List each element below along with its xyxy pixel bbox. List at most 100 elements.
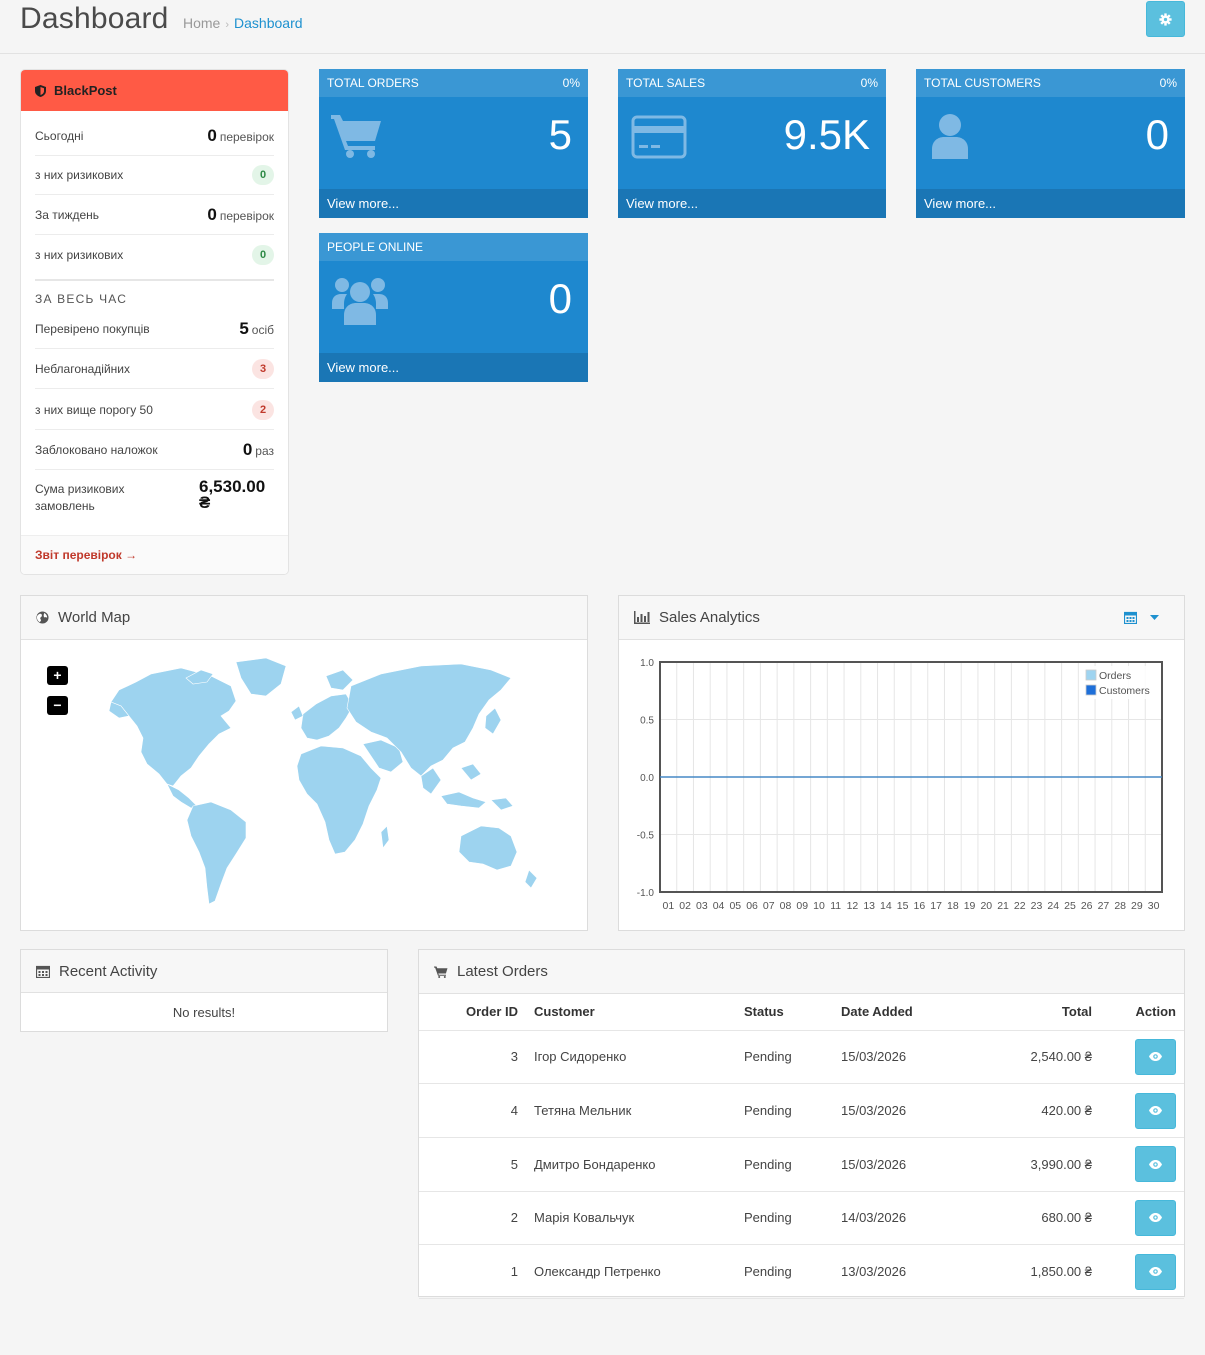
x-tick-label: 04 (713, 900, 725, 912)
tile-header: TOTAL ORDERS 0% (319, 69, 588, 97)
orders-table: Order ID Customer Status Date Added Tota… (419, 994, 1184, 1299)
x-tick-label: 03 (696, 900, 708, 912)
col-order-id[interactable]: Order ID (419, 994, 522, 1031)
order-total: 680.00 ₴ (971, 1191, 1092, 1246)
bp-row-label: Сьогодні (35, 128, 84, 143)
order-total: 2,540.00 ₴ (971, 1030, 1092, 1085)
x-tick-label: 23 (1031, 900, 1043, 912)
col-date-added[interactable]: Date Added (841, 994, 971, 1031)
x-tick-label: 29 (1131, 900, 1143, 912)
order-customer: Марія Ковальчук (522, 1191, 744, 1246)
x-tick-label: 10 (813, 900, 825, 912)
col-status[interactable]: Status (744, 994, 841, 1031)
view-order-button[interactable] (1135, 1038, 1176, 1075)
panel-header: Recent Activity (21, 950, 387, 993)
x-tick-label: 07 (763, 900, 775, 912)
breadcrumb: Home › Dashboard (183, 15, 303, 31)
bp-badge: 0 (252, 245, 274, 265)
legend-swatch (1085, 684, 1097, 696)
x-tick-label: 01 (663, 900, 675, 912)
x-tick-label: 12 (847, 900, 859, 912)
page-title: Dashboard (20, 2, 169, 35)
x-tick-label: 14 (880, 900, 892, 912)
tile-view-more[interactable]: View more... (916, 189, 1185, 218)
x-tick-label: 22 (1014, 900, 1026, 912)
bp-row-value: 0 перевірок (207, 125, 274, 145)
view-order-button[interactable] (1135, 1146, 1176, 1183)
col-customer[interactable]: Customer (522, 994, 744, 1031)
tile-percent: 0% (562, 76, 580, 90)
empty-message: No results! (172, 1004, 236, 1020)
bp-badge: 0 (252, 164, 274, 185)
eye-icon (1149, 1159, 1162, 1169)
shield-icon (35, 84, 46, 97)
x-tick-label: 06 (746, 900, 758, 912)
tile-value: 9.5K (783, 111, 870, 158)
tile-body: 5 (319, 97, 588, 189)
gear-icon (1159, 12, 1172, 26)
y-tick-label: -0.5 (637, 831, 655, 842)
map-zoom-out-button[interactable]: − (47, 696, 68, 715)
x-tick-label: 27 (1098, 900, 1110, 912)
order-id: 2 (419, 1191, 522, 1246)
world-map[interactable] (81, 656, 541, 911)
bp-row-label: з них ризикових (35, 248, 124, 262)
x-tick-label: 08 (780, 900, 792, 912)
panel-header: Sales Analytics (619, 596, 1184, 640)
y-tick-label: 1.0 (640, 658, 654, 669)
bp-row-today-risky: з них ризикових 0 (35, 155, 274, 195)
shopping-cart-icon (331, 115, 381, 158)
tile-total-sales: TOTAL SALES 0% 9.5K View more... (618, 69, 886, 218)
tile-view-more[interactable]: View more... (319, 353, 588, 382)
order-date: 14/03/2026 (841, 1191, 971, 1246)
user-icon (932, 114, 968, 159)
range-dropdown[interactable] (1124, 611, 1168, 624)
breadcrumb-dashboard[interactable]: Dashboard (234, 15, 303, 31)
order-status: Pending (744, 1191, 841, 1246)
tile-view-more[interactable]: View more... (618, 189, 886, 218)
order-action (1092, 1030, 1184, 1085)
x-tick-label: 30 (1148, 900, 1160, 912)
panel-header: World Map (21, 596, 587, 640)
bp-row-checked: Перевірено покупців 5 осіб (35, 309, 274, 349)
bp-row-label: Неблагонадійних (35, 361, 131, 376)
order-date: 15/03/2026 (841, 1137, 971, 1192)
x-tick-label: 17 (930, 900, 942, 912)
tile-view-more[interactable]: View more... (319, 189, 588, 218)
world-map-panel: World Map + − (20, 595, 588, 931)
bp-report-link[interactable]: Звіт перевірок → (21, 535, 288, 574)
view-order-button[interactable] (1135, 1199, 1176, 1236)
order-customer: Ігор Сидоренко (522, 1030, 744, 1085)
bp-row-week: За тиждень 0 перевірок (35, 195, 274, 235)
breadcrumb-home[interactable]: Home (183, 15, 220, 31)
order-total: 3,990.00 ₴ (971, 1137, 1092, 1192)
table-row: 4 Тетяна Мельник Pending 15/03/2026 420.00 ₴ (419, 1083, 1184, 1138)
y-tick-label: -1.0 (637, 888, 655, 899)
order-status: Pending (744, 1030, 841, 1085)
view-order-button[interactable] (1135, 1253, 1176, 1290)
bp-row-today: Сьогодні 0 перевірок (35, 116, 274, 156)
view-order-button[interactable] (1135, 1092, 1176, 1129)
bp-row-label: Перевірено покупців (35, 321, 150, 336)
bp-row-blocked: Заблоковано наложок 0 раз (35, 430, 274, 470)
x-tick-label: 11 (830, 900, 841, 912)
tile-value: 0 (1145, 111, 1169, 158)
order-status: Pending (744, 1083, 841, 1138)
page-header: Dashboard Home › Dashboard (0, 0, 1205, 54)
tile-header: TOTAL CUSTOMERS 0% (916, 69, 1185, 97)
table-row: 3 Ігор Сидоренко Pending 15/03/2026 2,540.00… (419, 1030, 1184, 1085)
bp-row-label: з них ризикових (35, 167, 124, 182)
map-zoom-in-button[interactable]: + (47, 666, 68, 685)
col-total[interactable]: Total (971, 994, 1092, 1031)
eye-icon (1149, 1106, 1162, 1116)
tile-title: TOTAL ORDERS (327, 76, 419, 90)
col-action: Action (1092, 994, 1184, 1031)
order-id: 1 (419, 1244, 522, 1299)
order-customer: Дмитро Бондаренко (522, 1137, 744, 1192)
bp-row-value: 5 осіб (239, 318, 274, 338)
panel-header: Latest Orders (419, 950, 1184, 994)
order-action (1092, 1083, 1184, 1138)
table-row: 5 Дмитро Бондаренко Pending 15/03/2026 3,990… (419, 1137, 1184, 1192)
settings-button[interactable] (1146, 1, 1185, 37)
shopping-cart-icon (434, 966, 448, 978)
